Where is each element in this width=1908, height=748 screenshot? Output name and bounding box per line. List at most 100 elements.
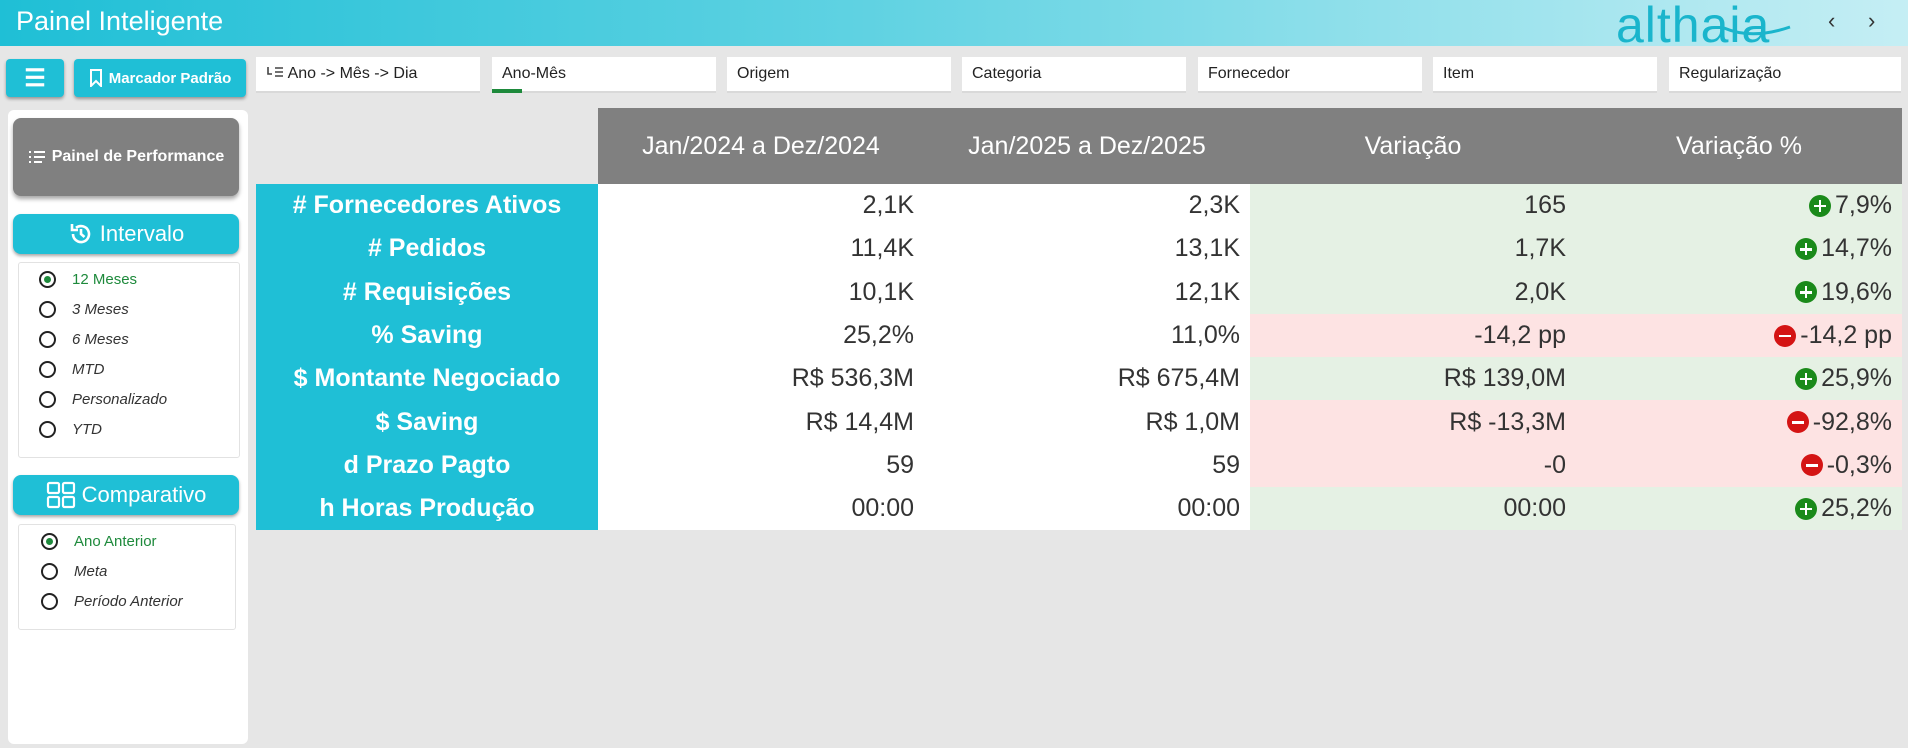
pct-text: -0,3%	[1826, 450, 1892, 479]
radio-personalizado[interactable]: Personalizado	[39, 391, 167, 408]
radio-mtd[interactable]: MTD	[39, 361, 105, 378]
filter-item[interactable]: Item	[1433, 57, 1657, 93]
pct-text: -92,8%	[1812, 407, 1892, 436]
radio-label: Meta	[74, 563, 108, 580]
value-variation: -14,2 pp	[1250, 313, 1576, 358]
value-previous: 00:00	[598, 487, 924, 531]
minus-circle-icon	[1786, 411, 1809, 434]
value-current: 12,1K	[924, 270, 1250, 314]
row-label: $ Montante Negociado	[256, 357, 598, 401]
column-header[interactable]: Jan/2025 a Dez/2025	[924, 108, 1250, 184]
filter-label: Categoria	[972, 65, 1042, 82]
value-variation: R$ -13,3M	[1250, 400, 1576, 444]
radio-ano-anterior[interactable]: Ano Anterior	[41, 533, 157, 550]
grid-icon	[46, 481, 75, 509]
table-row: # Fornecedores Ativos 2,1K 2,3K 165 7,9%	[256, 184, 1902, 228]
row-label: h Horas Produção	[256, 487, 598, 531]
value-previous: 25,2%	[598, 313, 924, 358]
value-variation: 165	[1250, 184, 1576, 228]
filter-regularizacao[interactable]: Regularização	[1669, 57, 1901, 93]
pct-text: 25,2%	[1821, 494, 1892, 523]
comparativo-header: Comparativo	[13, 475, 239, 515]
pct-text: 14,7%	[1821, 234, 1892, 263]
value-variation-pct: -0,3%	[1576, 443, 1902, 488]
filter-label: Ano -> Mês -> Dia	[287, 65, 418, 82]
table-row: d Prazo Pagto 59 59 -0 -0,3%	[256, 443, 1902, 488]
comparativo-options: Ano Anterior Meta Período Anterior	[18, 524, 236, 630]
app-title: Painel Inteligente	[16, 6, 224, 36]
pct-text: 19,6%	[1821, 277, 1892, 306]
value-previous: 59	[598, 443, 924, 488]
column-header[interactable]: Jan/2024 a Dez/2024	[598, 108, 924, 184]
value-variation: 00:00	[1250, 487, 1576, 531]
radio-12-meses[interactable]: 12 Meses	[39, 271, 137, 288]
radio-icon	[39, 361, 56, 378]
value-previous: 10,1K	[598, 270, 924, 314]
table-row: % Saving 25,2% 11,0% -14,2 pp -14,2 pp	[256, 313, 1902, 358]
radio-icon	[39, 301, 56, 318]
radio-label: 3 Meses	[72, 301, 129, 318]
table-row: # Pedidos 11,4K 13,1K 1,7K 14,7%	[256, 227, 1902, 271]
radio-selected-icon	[41, 533, 58, 550]
next-page-button[interactable]: ›	[1868, 8, 1875, 34]
prev-page-button[interactable]: ‹	[1828, 8, 1835, 34]
value-variation-pct: 7,9%	[1576, 184, 1902, 228]
pct-text: 7,9%	[1835, 191, 1892, 220]
filter-origem[interactable]: Origem	[727, 57, 951, 93]
value-variation: 2,0K	[1250, 270, 1576, 314]
bookmark-button[interactable]: Marcador Padrão	[74, 59, 246, 97]
value-current: R$ 675,4M	[924, 357, 1250, 401]
value-current: 13,1K	[924, 227, 1250, 271]
value-previous: 11,4K	[598, 227, 924, 271]
radio-meta[interactable]: Meta	[41, 563, 107, 580]
column-header[interactable]: Variação %	[1576, 108, 1902, 184]
column-header[interactable]: Variação	[1250, 108, 1576, 184]
performance-panel-button[interactable]: Painel de Performance	[13, 118, 239, 196]
row-label: d Prazo Pagto	[256, 443, 598, 488]
row-label: # Pedidos	[256, 227, 598, 271]
pct-text: 25,9%	[1821, 364, 1892, 393]
minus-circle-icon	[1800, 454, 1823, 477]
value-current: 2,3K	[924, 184, 1250, 228]
radio-icon	[41, 593, 58, 610]
value-current: 59	[924, 443, 1250, 488]
performance-panel-label: Painel de Performance	[51, 148, 225, 165]
plus-circle-icon	[1795, 237, 1818, 260]
value-previous: R$ 14,4M	[598, 400, 924, 444]
active-indicator	[492, 89, 522, 93]
value-current: 00:00	[924, 487, 1250, 531]
radio-label: YTD	[72, 421, 102, 438]
value-variation-pct: -92,8%	[1576, 400, 1902, 444]
filter-ano-mes[interactable]: Ano-Mês	[492, 57, 716, 93]
radio-periodo-anterior[interactable]: Período Anterior	[41, 593, 183, 610]
row-label: $ Saving	[256, 400, 598, 444]
plus-circle-icon	[1795, 281, 1818, 304]
radio-3-meses[interactable]: 3 Meses	[39, 301, 129, 318]
filter-label: Regularização	[1679, 65, 1782, 82]
filter-label: Ano-Mês	[502, 65, 567, 82]
value-variation: 1,7K	[1250, 227, 1576, 271]
history-icon	[70, 224, 91, 244]
filter-categoria[interactable]: Categoria	[962, 57, 1186, 93]
radio-6-meses[interactable]: 6 Meses	[39, 331, 129, 348]
value-variation-pct: -14,2 pp	[1576, 313, 1902, 358]
value-previous: 2,1K	[598, 184, 924, 228]
filter-fornecedor[interactable]: Fornecedor	[1198, 57, 1422, 93]
radio-label: MTD	[72, 361, 105, 378]
table-row: $ Montante Negociado R$ 536,3M R$ 675,4M R$…	[256, 357, 1902, 401]
table-row: # Requisições 10,1K 12,1K 2,0K 19,6%	[256, 270, 1902, 314]
list-icon	[28, 151, 45, 163]
value-variation-pct: 19,6%	[1576, 270, 1902, 314]
radio-icon	[41, 563, 58, 580]
menu-icon: ☰	[24, 64, 46, 92]
value-variation-pct: 14,7%	[1576, 227, 1902, 271]
menu-button[interactable]: ☰	[6, 59, 64, 97]
radio-ytd[interactable]: YTD	[39, 421, 102, 438]
filter-label: Origem	[737, 65, 790, 82]
filter-hierarchy[interactable]: Ano -> Mês -> Dia	[256, 57, 480, 93]
plus-circle-icon	[1809, 194, 1832, 217]
table-header-row: Jan/2024 a Dez/2024 Jan/2025 a Dez/2025 …	[256, 108, 1902, 184]
radio-label: Personalizado	[72, 391, 168, 408]
value-current: R$ 1,0M	[924, 400, 1250, 444]
radio-label: Ano Anterior	[74, 533, 157, 550]
